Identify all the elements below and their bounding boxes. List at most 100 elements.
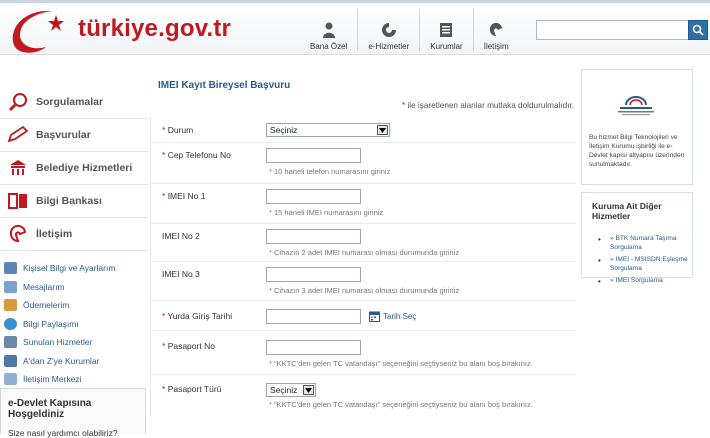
application-form: * Durum Seçiniz * Cep Telefonu No * 10 h… <box>150 116 576 415</box>
service-link-imei-msisdn[interactable]: » IMEI - MSISDN Eşleşme Sorgulama <box>598 256 692 273</box>
field-hint: * "KKTC'den gelen TC vatandaşı" seçeneği… <box>269 359 533 368</box>
sidebar-item-bilgi-bankasi[interactable]: Bilgi Bankası <box>0 185 148 218</box>
sub-label: Mesajlarım <box>23 281 65 292</box>
btk-info-panel: Bu hizmet Bilgi Teknolojileri ve İletişi… <box>581 69 693 185</box>
field-hint: * 15 haneli IMEI numarasını giriniz <box>269 208 384 217</box>
durum-select[interactable]: Seçiniz <box>266 123 390 137</box>
other-services-title: Kuruma Ait Diğer Hizmetler <box>592 201 662 222</box>
imei-3-input[interactable] <box>266 267 361 282</box>
other-services-panel: Kuruma Ait Diğer Hizmetler » BTK Numara … <box>581 192 693 287</box>
sidebar-item-sorgulamalar[interactable]: Sorgulamalar <box>0 86 148 119</box>
pasaport-turu-select[interactable]: Seçiniz <box>266 383 316 397</box>
sub-label: İletişim Merkezi <box>23 374 82 385</box>
btk-logo-icon <box>612 95 660 119</box>
sub-label: Bilgi Paylaşımı <box>23 318 79 329</box>
nav-iletisim[interactable]: İletişim <box>472 9 519 51</box>
book-icon <box>6 190 30 212</box>
top-navigation: Bana Özel e-Hizmetler Kurumlar İletişim <box>300 9 519 53</box>
chat-icon <box>6 223 30 245</box>
sidebar-item-iletisim[interactable]: İletişim <box>0 218 148 251</box>
user-icon <box>321 22 337 38</box>
turkiye-gov-logo[interactable]: türkiye.gov.tr <box>6 7 236 55</box>
pencil-icon <box>6 124 30 146</box>
form-row-pasaport-turu: * Pasaport Türü Seçiniz * "KKTC'den gele… <box>151 375 576 415</box>
welcome-title: e-Devlet Kapısına Hoşgeldiniz <box>8 398 92 420</box>
field-label: * Pasaport Türü <box>162 384 222 394</box>
sidebar-sub-item[interactable]: Ödemelerim <box>0 296 148 315</box>
building-icon <box>6 157 30 179</box>
btk-info-text: Bu hizmet Bilgi Teknolojileri ve İletişi… <box>589 134 685 168</box>
sidebar-sub-item[interactable]: Mesajlarım <box>0 278 148 297</box>
yurda-giris-date-input[interactable] <box>266 309 361 324</box>
form-row-durum: * Durum Seçiniz <box>151 116 576 143</box>
site-header: türkiye.gov.tr Bana Özel e-Hizmetler Kur… <box>0 3 710 55</box>
institutions-list-icon <box>4 354 17 367</box>
pasaport-no-input[interactable] <box>266 340 361 355</box>
search-button[interactable] <box>688 20 708 40</box>
field-hint: * 10 haneli telefon numarasını giriniz <box>269 167 391 176</box>
share-icon <box>4 317 17 330</box>
chevron-down-icon <box>303 385 314 395</box>
search-input[interactable] <box>536 20 688 40</box>
service-link-imei-sorgulama[interactable]: » IMEI Sorgulama <box>598 277 692 287</box>
nav-label: Bana Özel <box>310 42 348 51</box>
welcome-subtitle: Size nasıl yardımcı olabiliriz? <box>8 428 118 438</box>
field-hint: * Cihazın 3 adet IMEI numarası olması du… <box>269 286 460 295</box>
form-row-pasaport-no: * Pasaport No * "KKTC'den gelen TC vatan… <box>151 331 576 375</box>
field-label: * Yurda Giriş Tarihi <box>162 311 233 321</box>
field-label: IMEI No 2 <box>162 231 200 241</box>
form-row-yurda-giris: * Yurda Giriş Tarihi Tarih Seç <box>151 301 576 331</box>
imei-2-input[interactable] <box>266 229 361 244</box>
sidebar-sub-item[interactable]: Bilgi Paylaşımı <box>0 315 148 334</box>
required-note: * ile işaretlenen alanlar mutlaka doldur… <box>402 101 575 110</box>
institutions-icon <box>438 22 454 38</box>
calendar-icon <box>369 311 380 322</box>
sidebar-sub-item[interactable]: İletişim Merkezi <box>0 370 148 389</box>
field-label: * IMEI No 1 <box>162 191 206 201</box>
sidebar-item-label: Sorgulamalar <box>36 96 104 108</box>
other-services-list: » BTK Numara Taşıma Sorgulama » IMEI - M… <box>598 235 692 290</box>
sidebar-item-basvurular[interactable]: Başvurular <box>0 119 148 152</box>
logo-text: türkiye.gov.tr <box>78 15 232 42</box>
date-picker-link[interactable]: Tarih Seç <box>369 311 416 322</box>
field-label: * Pasaport No <box>162 341 215 351</box>
chevron-down-icon <box>377 125 388 135</box>
payment-icon <box>4 299 17 312</box>
form-row-imei-2: IMEI No 2 * Cihazın 2 adet IMEI numarası… <box>151 224 576 262</box>
contact-icon <box>488 22 504 38</box>
service-link-btk-numara[interactable]: » BTK Numara Taşıma Sorgulama <box>598 235 692 252</box>
field-label: * Cep Telefonu No <box>162 150 231 160</box>
sidebar-item-belediye[interactable]: Belediye Hizmetleri <box>0 152 148 185</box>
sub-label: Sunulan Hizmetler <box>23 337 93 348</box>
page-title: IMEI Kayıt Bireysel Başvuru <box>158 80 291 91</box>
cep-telefonu-input[interactable] <box>266 148 361 163</box>
nav-kurumlar[interactable]: Kurumlar <box>419 9 472 51</box>
sidebar-sub-list: Kişisel Bilgi ve Ayarlarım Mesajlarım Öd… <box>0 259 148 389</box>
sub-label: Ödemelerim <box>23 300 70 311</box>
field-label: * Durum <box>162 125 194 135</box>
imei-1-input[interactable] <box>266 189 361 204</box>
field-label: IMEI No 3 <box>162 269 200 279</box>
envelope-icon <box>4 280 17 293</box>
form-row-cep-telefonu: * Cep Telefonu No * 10 haneli telefon nu… <box>151 143 576 184</box>
phone-icon <box>4 373 17 386</box>
crescent-star-logo-icon <box>12 10 64 53</box>
sidebar-sub-item[interactable]: Sunulan Hizmetler <box>0 333 148 352</box>
nav-e-hizmetler[interactable]: e-Hizmetler <box>357 9 419 51</box>
sidebar-sub-item[interactable]: Kişisel Bilgi ve Ayarlarım <box>0 259 148 278</box>
nav-label: Kurumlar <box>430 42 463 51</box>
search-icon <box>692 24 704 36</box>
e-services-icon <box>381 22 397 38</box>
sub-label: A'dan Z'ye Kurumlar <box>23 355 100 366</box>
profile-icon <box>4 262 17 275</box>
sidebar-sub-item[interactable]: A'dan Z'ye Kurumlar <box>0 352 148 371</box>
nav-bana-ozel[interactable]: Bana Özel <box>300 9 357 51</box>
field-hint: * "KKTC'den gelen TC vatandaşı" seçeneği… <box>269 400 533 409</box>
field-hint: * Cihazın 2 adet IMEI numarası olması du… <box>269 248 460 257</box>
list-icon <box>4 336 17 349</box>
sub-label: Kişisel Bilgi ve Ayarlarım <box>23 263 116 274</box>
magnifier-icon <box>6 91 30 113</box>
form-row-imei-3: IMEI No 3 * Cihazın 3 adet IMEI numarası… <box>151 262 576 301</box>
form-row-imei-1: * IMEI No 1 * 15 haneli IMEI numarasını … <box>151 184 576 224</box>
sidebar-item-label: Başvurular <box>36 129 91 141</box>
